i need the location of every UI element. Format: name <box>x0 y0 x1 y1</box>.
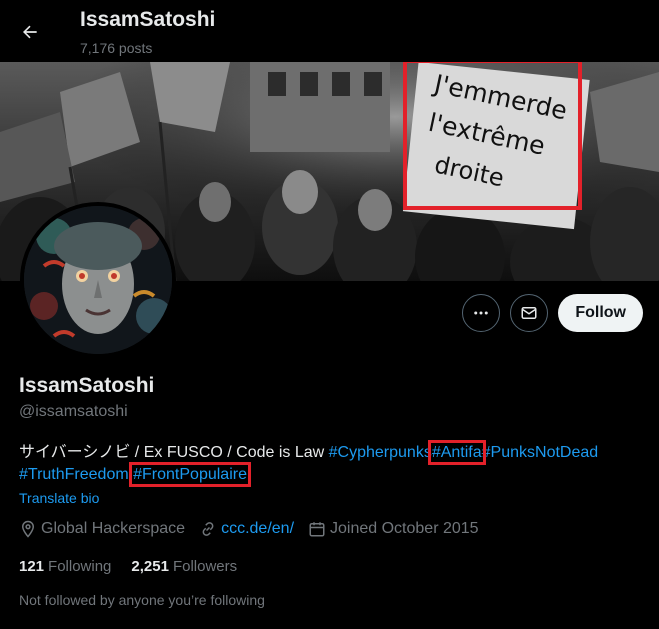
hashtag-punksnotdead[interactable]: #PunksNotDead <box>482 444 599 461</box>
translate-bio-link[interactable]: Translate bio <box>19 490 99 506</box>
hashtag-frontpopulaire[interactable]: #FrontPopulaire <box>129 462 251 487</box>
message-button[interactable] <box>510 294 549 332</box>
bio: サイバーシノビ / Ex FUSCO / Code is Law #Cypher… <box>19 440 649 487</box>
join-date: Joined October 2015 <box>308 520 479 538</box>
followers-link[interactable]: 2,251 Followers <box>131 558 237 575</box>
top-bar: IssamSatoshi 7,176 posts <box>0 0 659 62</box>
following-link[interactable]: 121 Following <box>19 558 111 575</box>
hashtag-antifa[interactable]: #Antifa <box>427 440 486 465</box>
hashtag-cypherpunks[interactable]: #Cypherpunks <box>329 444 432 461</box>
more-dots-icon <box>474 311 489 315</box>
bio-text: サイバーシノビ / Ex FUSCO / Code is Law <box>19 444 325 461</box>
handle: @issamsatoshi <box>19 403 128 420</box>
hashtag-truthfreedom[interactable]: #TruthFreedom <box>19 466 129 483</box>
back-button[interactable] <box>12 14 48 50</box>
location-pin-icon <box>21 520 35 538</box>
following-count: 121 <box>19 558 45 575</box>
display-name: IssamSatoshi <box>19 374 155 397</box>
profile-actions: Follow <box>462 294 643 332</box>
follow-button[interactable]: Follow <box>558 294 643 332</box>
not-followed-note: Not followed by anyone you’re following <box>19 592 265 608</box>
envelope-icon <box>521 307 537 319</box>
followers-label: Followers <box>172 558 238 575</box>
topbar-name: IssamSatoshi <box>80 8 216 31</box>
location: Global Hackerspace <box>19 520 185 538</box>
topbar-post-count: 7,176 posts <box>80 40 153 56</box>
website-link[interactable]: ccc.de/en/ <box>221 520 294 538</box>
follow-stats: 121 Following 2,251 Followers <box>19 558 257 575</box>
website: ccc.de/en/ <box>199 520 294 538</box>
profile-meta: Global Hackerspace ccc.de/en/ Joined Oct… <box>19 520 493 538</box>
more-button[interactable] <box>462 294 501 332</box>
arrow-left-icon <box>23 25 37 39</box>
followers-count: 2,251 <box>131 558 169 575</box>
link-icon <box>202 522 214 536</box>
location-text: Global Hackerspace <box>41 520 186 537</box>
following-label: Following <box>48 558 112 575</box>
calendar-icon <box>309 522 325 537</box>
join-date-text: Joined October 2015 <box>330 520 479 537</box>
avatar[interactable] <box>20 202 176 358</box>
